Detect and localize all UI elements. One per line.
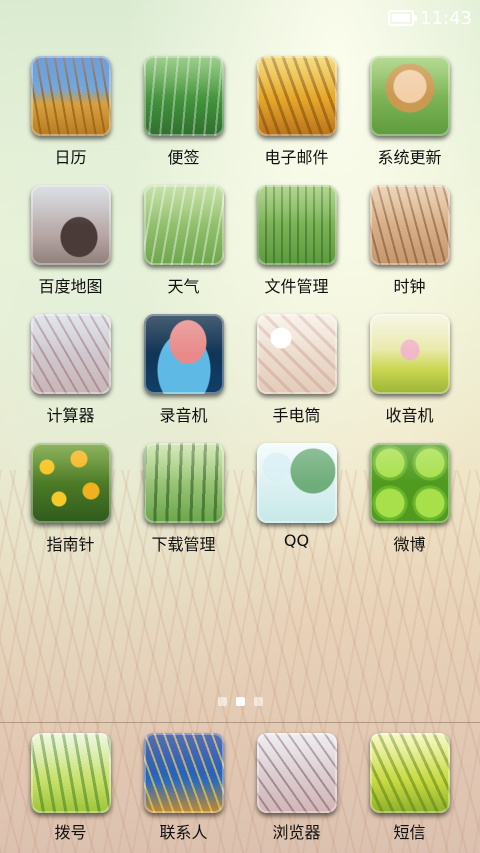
app-label: 系统更新 (377, 148, 442, 167)
calculator-icon[interactable] (30, 314, 111, 394)
app-label: 天气 (167, 277, 200, 296)
app-dialer[interactable]: 拨号 (14, 733, 127, 842)
app-weather[interactable]: 天气 (127, 185, 240, 296)
app-label: 拨号 (54, 823, 87, 842)
app-sms[interactable]: 短信 (353, 733, 466, 842)
app-calendar[interactable]: 日历 (14, 56, 127, 167)
app-calculator[interactable]: 计算器 (14, 314, 127, 425)
clock-icon[interactable] (369, 185, 450, 265)
app-label: 收音机 (385, 406, 434, 425)
app-radio[interactable]: 收音机 (353, 314, 466, 425)
system-update-icon[interactable] (369, 56, 450, 136)
app-label: 百度地图 (38, 277, 103, 296)
app-label: 便签 (167, 148, 200, 167)
status-time: 11:43 (420, 7, 472, 29)
app-label: QQ (283, 531, 310, 550)
app-email[interactable]: 电子邮件 (240, 56, 353, 167)
contacts-icon[interactable] (143, 733, 224, 813)
app-contacts[interactable]: 联系人 (127, 733, 240, 842)
app-weibo[interactable]: 微博 (353, 443, 466, 554)
app-compass[interactable]: 指南针 (14, 443, 127, 554)
browser-icon[interactable] (256, 733, 337, 813)
app-clock[interactable]: 时钟 (353, 185, 466, 296)
app-browser[interactable]: 浏览器 (240, 733, 353, 842)
app-label: 日历 (54, 148, 87, 167)
app-label: 计算器 (46, 406, 95, 425)
file-manager-icon[interactable] (256, 185, 337, 265)
app-label: 下载管理 (151, 535, 216, 554)
notes-icon[interactable] (143, 56, 224, 136)
flashlight-icon[interactable] (256, 314, 337, 394)
dock: 拨号 联系人 浏览器 短信 (14, 733, 466, 842)
status-bar: 11:43 (0, 0, 480, 36)
sms-icon[interactable] (369, 733, 450, 813)
app-label: 联系人 (159, 823, 208, 842)
app-grid: 日历 便签 电子邮件 系统更新百度地图 天气 文件管理 时钟计算器 录音机 手电筒 收音机指南针 下… (14, 56, 466, 554)
email-icon[interactable] (256, 56, 337, 136)
app-label: 短信 (393, 823, 426, 842)
app-file-manager[interactable]: 文件管理 (240, 185, 353, 296)
app-qq[interactable]: QQ (240, 443, 353, 553)
app-download-manager[interactable]: 下载管理 (127, 443, 240, 554)
app-flashlight[interactable]: 手电筒 (240, 314, 353, 425)
app-recorder[interactable]: 录音机 (127, 314, 240, 425)
app-baidu-map[interactable]: 百度地图 (14, 185, 127, 296)
calendar-icon[interactable] (30, 56, 111, 136)
dock-divider (0, 722, 480, 723)
phone-icon[interactable] (30, 733, 111, 813)
qq-icon[interactable] (256, 443, 337, 523)
download-icon[interactable] (143, 443, 224, 523)
app-label: 浏览器 (272, 823, 321, 842)
app-label: 文件管理 (264, 277, 329, 296)
page-dot[interactable] (217, 697, 227, 706)
compass-icon[interactable] (30, 443, 111, 523)
app-system-update[interactable]: 系统更新 (353, 56, 466, 167)
page-dot[interactable] (235, 697, 245, 706)
app-label: 微博 (393, 535, 426, 554)
page-dot[interactable] (253, 697, 263, 706)
recorder-icon[interactable] (143, 314, 224, 394)
app-label: 电子邮件 (264, 148, 329, 167)
app-label: 时钟 (393, 277, 426, 296)
radio-icon[interactable] (369, 314, 450, 394)
page-indicator (0, 697, 480, 706)
app-notes[interactable]: 便签 (127, 56, 240, 167)
map-icon[interactable] (30, 185, 111, 265)
app-label: 录音机 (159, 406, 208, 425)
weather-icon[interactable] (143, 185, 224, 265)
app-label: 手电筒 (272, 406, 321, 425)
app-label: 指南针 (46, 535, 95, 554)
weibo-icon[interactable] (369, 443, 450, 523)
battery-icon (388, 10, 418, 26)
